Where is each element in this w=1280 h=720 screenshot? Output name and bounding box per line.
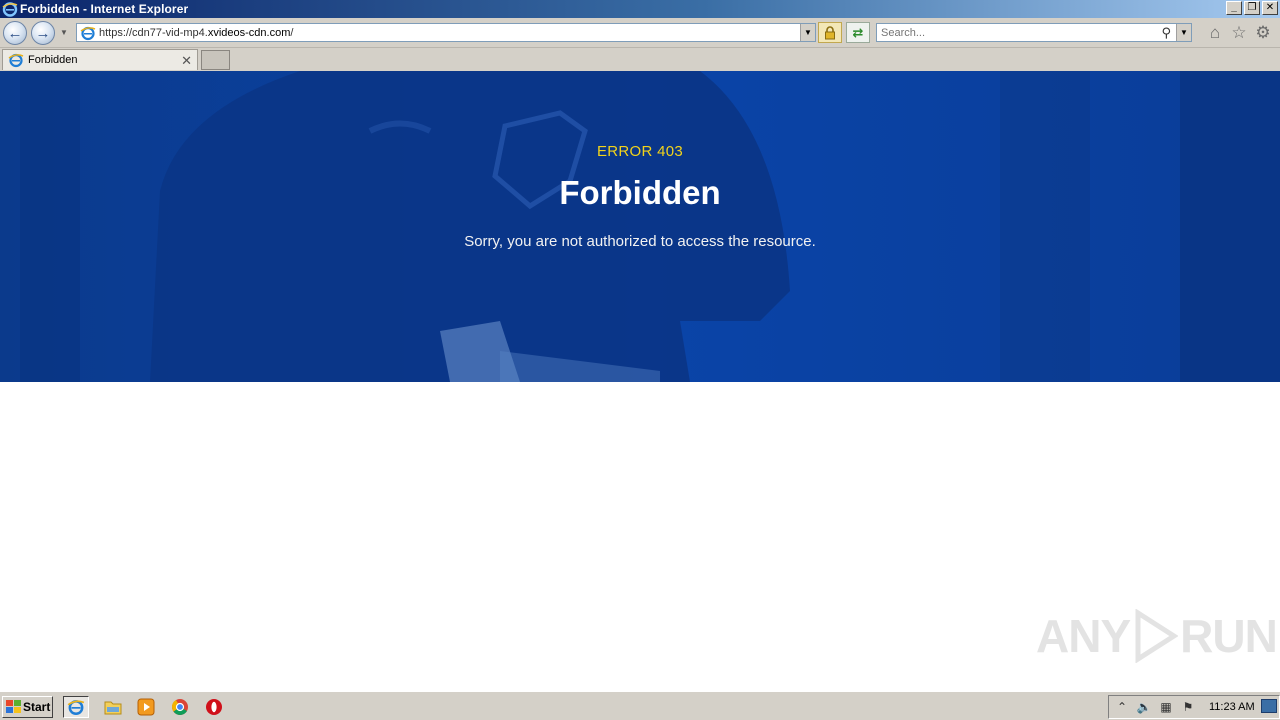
chrome-icon xyxy=(171,699,188,715)
show-desktop-icon[interactable] xyxy=(1261,699,1277,713)
url-prefix: https://cdn77-vid-mp4. xyxy=(99,26,208,39)
back-button[interactable]: ← xyxy=(3,21,27,45)
network-icon[interactable]: ▦ xyxy=(1157,698,1175,716)
opera-icon xyxy=(206,699,222,715)
forward-arrow-icon: → xyxy=(35,24,51,42)
refresh-button[interactable]: ⇄ xyxy=(846,22,870,43)
address-bar[interactable]: https://cdn77-vid-mp4.xvideos-cdn.com/ ▼ xyxy=(76,23,816,42)
tab-close-icon[interactable]: ✕ xyxy=(181,53,192,69)
ie-page-icon xyxy=(80,26,96,40)
address-dropdown-icon[interactable]: ▼ xyxy=(800,24,815,41)
taskbar-chrome-button[interactable] xyxy=(167,696,193,718)
restore-button[interactable]: ❐ xyxy=(1244,1,1260,15)
window-controls: _ ❐ ✕ xyxy=(1226,1,1278,15)
settings-gear-icon[interactable]: ⚙ xyxy=(1254,23,1272,42)
search-icon[interactable]: ⚲ xyxy=(1161,25,1171,41)
action-center-flag-icon[interactable]: ⚑ xyxy=(1179,698,1197,716)
search-box[interactable]: ⚲ ▼ xyxy=(876,23,1192,42)
system-tray: ⌃ 🔈 ▦ ⚑ 11:23 AM xyxy=(1108,695,1280,719)
security-lock-button[interactable] xyxy=(818,22,842,43)
window-title-bar: Forbidden - Internet Explorer _ ❐ ✕ xyxy=(0,0,1280,18)
clock[interactable]: 11:23 AM xyxy=(1209,701,1255,713)
new-tab-button[interactable] xyxy=(201,50,230,70)
history-dropdown-icon[interactable]: ▼ xyxy=(60,28,70,38)
volume-icon[interactable]: 🔈 xyxy=(1135,698,1153,716)
url-host: xvideos-cdn.com xyxy=(207,26,291,39)
back-arrow-icon: ← xyxy=(7,24,23,42)
taskbar-explorer-button[interactable] xyxy=(100,696,126,718)
media-player-icon xyxy=(137,698,155,716)
ie-taskbar-icon xyxy=(67,700,85,715)
folder-icon xyxy=(104,701,122,715)
ie-tab-icon xyxy=(8,53,24,68)
watermark-left: ANY xyxy=(1036,610,1131,662)
error-message-block: ERROR 403 Forbidden Sorry, you are not a… xyxy=(0,71,1280,382)
search-input[interactable] xyxy=(881,26,1151,39)
close-button[interactable]: ✕ xyxy=(1262,1,1278,15)
favorites-star-icon[interactable]: ☆ xyxy=(1230,23,1248,42)
start-button[interactable]: Start xyxy=(2,696,53,718)
page-title: Forbidden xyxy=(559,174,721,211)
play-logo-icon xyxy=(1135,609,1179,663)
url-suffix: / xyxy=(290,26,294,39)
error-code: ERROR 403 xyxy=(596,143,684,160)
ie-logo-icon xyxy=(2,2,18,17)
error-message: Sorry, you are not authorized to access … xyxy=(464,233,816,250)
watermark-right: RUN xyxy=(1180,610,1278,662)
window-title: Forbidden - Internet Explorer xyxy=(20,2,189,16)
lock-icon xyxy=(825,25,835,39)
taskbar: Start ⌃ 🔈 ▦ ⚑ 11:23 AM xyxy=(0,691,1280,720)
taskbar-media-player-button[interactable] xyxy=(133,696,159,718)
tray-expand-icon[interactable]: ⌃ xyxy=(1113,698,1131,716)
start-label: Start xyxy=(23,700,51,714)
tab-forbidden[interactable]: Forbidden ✕ xyxy=(2,49,198,70)
anyrun-watermark: ANY RUN xyxy=(1036,609,1278,663)
search-dropdown-icon[interactable]: ▼ xyxy=(1176,24,1191,41)
address-url[interactable]: https://cdn77-vid-mp4.xvideos-cdn.com/ xyxy=(99,27,293,39)
navigation-bar: ← → ▼ https://cdn77-vid-mp4.xvideos-cdn.… xyxy=(0,18,1280,48)
error-hero-banner: ERROR 403 Forbidden Sorry, you are not a… xyxy=(0,71,1280,382)
forward-button[interactable]: → xyxy=(31,21,55,45)
refresh-icon: ⇄ xyxy=(852,24,864,40)
windows-flag-icon xyxy=(6,700,21,713)
minimize-button[interactable]: _ xyxy=(1226,1,1242,15)
tab-label: Forbidden xyxy=(28,54,78,66)
taskbar-ie-button[interactable] xyxy=(63,696,89,718)
home-icon[interactable]: ⌂ xyxy=(1206,23,1224,42)
taskbar-opera-button[interactable] xyxy=(201,696,227,718)
tab-bar: Forbidden ✕ xyxy=(0,48,1280,71)
page-content: ERROR 403 Forbidden Sorry, you are not a… xyxy=(0,71,1280,691)
